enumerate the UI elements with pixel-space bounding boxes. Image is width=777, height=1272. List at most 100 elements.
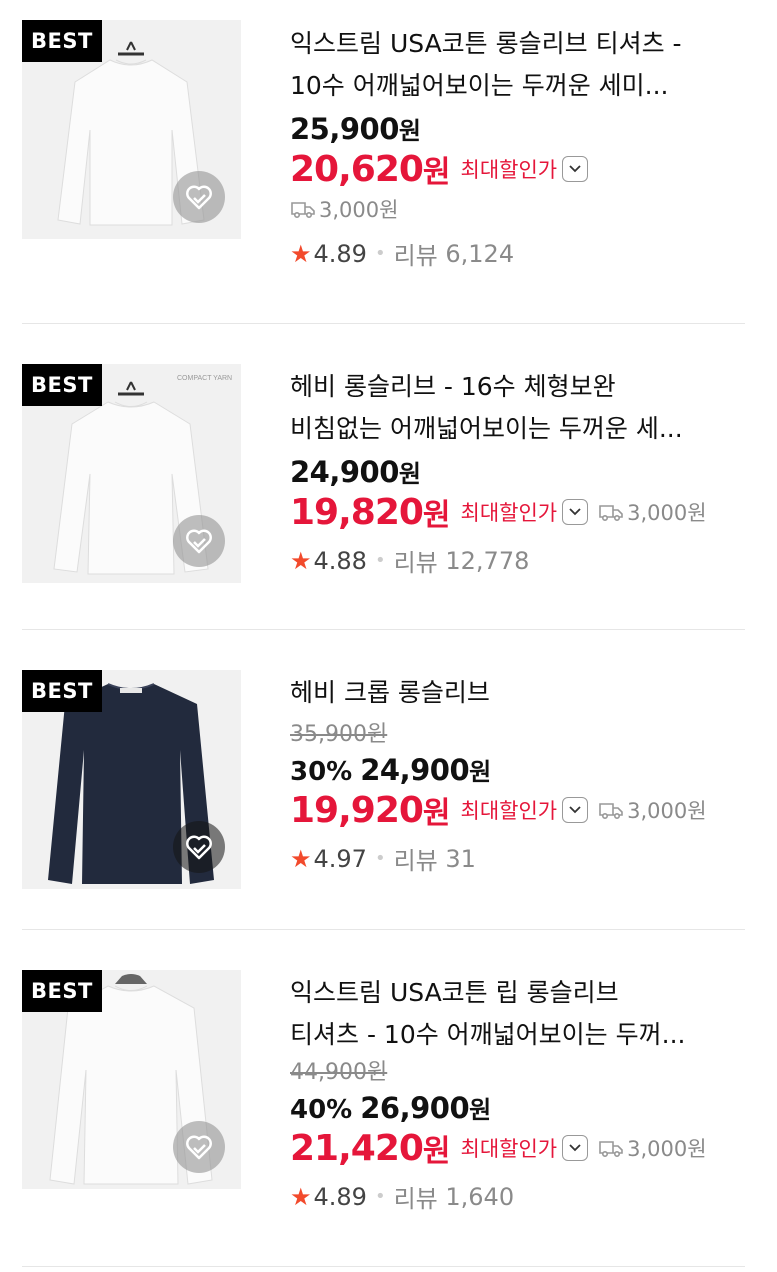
title-line: 헤비 롱슬리브 - 16수 체형보완 xyxy=(290,372,616,401)
rating-score: 4.89 xyxy=(313,239,367,268)
product-info: 익스트림 USA코튼 립 롱슬리브 티셔츠 - 10수 어깨넓어보이는 두꺼..… xyxy=(290,972,730,1214)
separator-dot: • xyxy=(374,848,386,869)
max-discount-label: 최대할인가 xyxy=(460,501,558,525)
rating-score: 4.88 xyxy=(313,546,367,575)
shipping-fee: 3,000원 xyxy=(598,497,707,527)
title-line: 익스트림 USA코튼 립 롱슬리브 xyxy=(290,978,619,1007)
divider xyxy=(22,929,745,930)
title-line: 익스트림 USA코튼 롱슬리브 티셔츠 - xyxy=(290,29,682,58)
best-badge: BEST xyxy=(22,970,102,1012)
discount-toggle-button[interactable] xyxy=(562,156,589,182)
price: 24,900 xyxy=(360,753,470,787)
discount-toggle-button[interactable] xyxy=(562,1135,589,1161)
product-thumbnail[interactable]: COMPACT YARN BEST xyxy=(22,364,241,583)
product-thumbnail[interactable]: BEST xyxy=(22,20,241,239)
won-unit: 원 xyxy=(422,155,451,190)
sale-price: 21,420 xyxy=(290,1127,424,1169)
original-price: 44,900원 xyxy=(290,1060,388,1085)
product-title[interactable]: 익스트림 USA코튼 롱슬리브 티셔츠 - 10수 어깨넓어보이는 두꺼운 세미… xyxy=(290,23,730,107)
best-badge: BEST xyxy=(22,20,102,62)
divider xyxy=(22,629,745,630)
review-label: 리뷰 xyxy=(393,1185,438,1213)
title-line: 비침없는 어깨넓어보이는 두꺼운 세... xyxy=(290,414,683,443)
review-label: 리뷰 xyxy=(393,847,438,875)
won-unit: 원 xyxy=(422,1134,451,1169)
chevron-down-icon xyxy=(569,806,581,814)
sale-price: 19,920 xyxy=(290,789,424,831)
separator-dot: • xyxy=(374,1186,386,1207)
sale-price: 19,820 xyxy=(290,491,424,533)
original-price: 35,900원 xyxy=(290,722,388,747)
review-count: 12,778 xyxy=(445,546,530,575)
title-line: 티셔츠 - 10수 어깨넓어보이는 두꺼... xyxy=(290,1020,686,1049)
shipping-fee: 3,000원 xyxy=(290,194,398,224)
wishlist-button[interactable] xyxy=(173,171,225,223)
won-unit: 원 xyxy=(398,460,422,488)
rating-score: 4.97 xyxy=(313,844,367,873)
product-list: BEST 익스트림 USA코튼 롱슬리브 티셔츠 - 10수 어깨넓어보이는 두… xyxy=(0,0,777,1272)
best-badge: BEST xyxy=(22,670,102,712)
sale-row: 19,820 원 최대할인가 3,000원 xyxy=(290,489,730,535)
shipping-fee: 3,000원 xyxy=(598,795,707,825)
price-row: 30% 24,900 원 xyxy=(290,752,730,787)
won-unit: 원 xyxy=(422,796,451,831)
star-icon: ★ xyxy=(290,239,312,268)
compact-yarn-caption: COMPACT YARN xyxy=(177,375,232,382)
shipping-text: 3,000원 xyxy=(627,501,707,525)
product-info: 헤비 크롭 롱슬리브 35,900원 30% 24,900 원 19,920 원 최… xyxy=(290,672,730,876)
product-title[interactable]: 헤비 롱슬리브 - 16수 체형보완 비침없는 어깨넓어보이는 두꺼운 세... xyxy=(290,366,730,450)
discount-toggle-button[interactable] xyxy=(562,499,589,525)
truck-icon xyxy=(599,1141,623,1158)
best-badge: BEST xyxy=(22,364,102,406)
wishlist-button[interactable] xyxy=(173,515,225,567)
sale-row: 20,620 원 최대할인가 xyxy=(290,146,730,192)
won-unit: 원 xyxy=(469,1096,492,1124)
max-discount-label: 최대할인가 xyxy=(460,158,558,182)
heart-icon xyxy=(186,835,212,860)
won-unit: 원 xyxy=(398,117,422,145)
review-count: 1,640 xyxy=(445,1182,515,1211)
won-unit: 원 xyxy=(469,758,492,786)
discount-percent: 30% xyxy=(290,757,353,787)
price: 25,900 xyxy=(290,112,399,146)
rating-row: ★ 4.89 • 리뷰 1,640 xyxy=(290,1179,730,1214)
rating-score: 4.89 xyxy=(313,1182,367,1211)
product-title[interactable]: 익스트림 USA코튼 립 롱슬리브 티셔츠 - 10수 어깨넓어보이는 두꺼..… xyxy=(290,972,730,1056)
chevron-down-icon xyxy=(569,1144,581,1152)
truck-icon xyxy=(599,505,623,522)
price: 26,900 xyxy=(360,1091,470,1125)
max-discount-label: 최대할인가 xyxy=(460,799,558,823)
wishlist-button[interactable] xyxy=(173,821,225,873)
review-label: 리뷰 xyxy=(393,242,438,270)
rating-row: ★ 4.97 • 리뷰 31 xyxy=(290,841,730,876)
price: 24,900 xyxy=(290,455,399,489)
sale-row: 19,920 원 최대할인가 3,000원 xyxy=(290,787,730,833)
rating-row: ★ 4.88 • 리뷰 12,778 xyxy=(290,543,730,578)
price-row: 25,900 원 xyxy=(290,111,730,146)
wishlist-button[interactable] xyxy=(173,1121,225,1173)
price-row: 40% 26,900 원 xyxy=(290,1090,730,1125)
review-label: 리뷰 xyxy=(393,549,438,577)
heart-icon xyxy=(186,185,212,210)
won-unit: 원 xyxy=(422,498,451,533)
sale-row: 21,420 원 최대할인가 3,000원 xyxy=(290,1125,730,1171)
rating-row: ★ 4.89 • 리뷰 6,124 xyxy=(290,236,730,271)
product-info: 헤비 롱슬리브 - 16수 체형보완 비침없는 어깨넓어보이는 두꺼운 세...… xyxy=(290,366,730,578)
title-line: 헤비 크롭 롱슬리브 xyxy=(290,678,490,707)
star-icon: ★ xyxy=(290,844,312,873)
divider xyxy=(22,1266,745,1267)
shipping-text: 3,000원 xyxy=(319,198,399,222)
chevron-down-icon xyxy=(569,508,581,516)
star-icon: ★ xyxy=(290,546,312,575)
truck-icon xyxy=(291,202,315,219)
product-thumbnail[interactable]: BEST xyxy=(22,970,241,1189)
shipping-text: 3,000원 xyxy=(627,799,707,823)
discount-toggle-button[interactable] xyxy=(562,797,589,823)
discount-percent: 40% xyxy=(290,1095,353,1125)
product-title[interactable]: 헤비 크롭 롱슬리브 xyxy=(290,672,730,714)
separator-dot: • xyxy=(374,550,386,571)
price-row: 24,900 원 xyxy=(290,454,730,489)
heart-icon xyxy=(186,529,212,554)
product-thumbnail[interactable]: BEST xyxy=(22,670,241,889)
heart-icon xyxy=(186,1135,212,1160)
